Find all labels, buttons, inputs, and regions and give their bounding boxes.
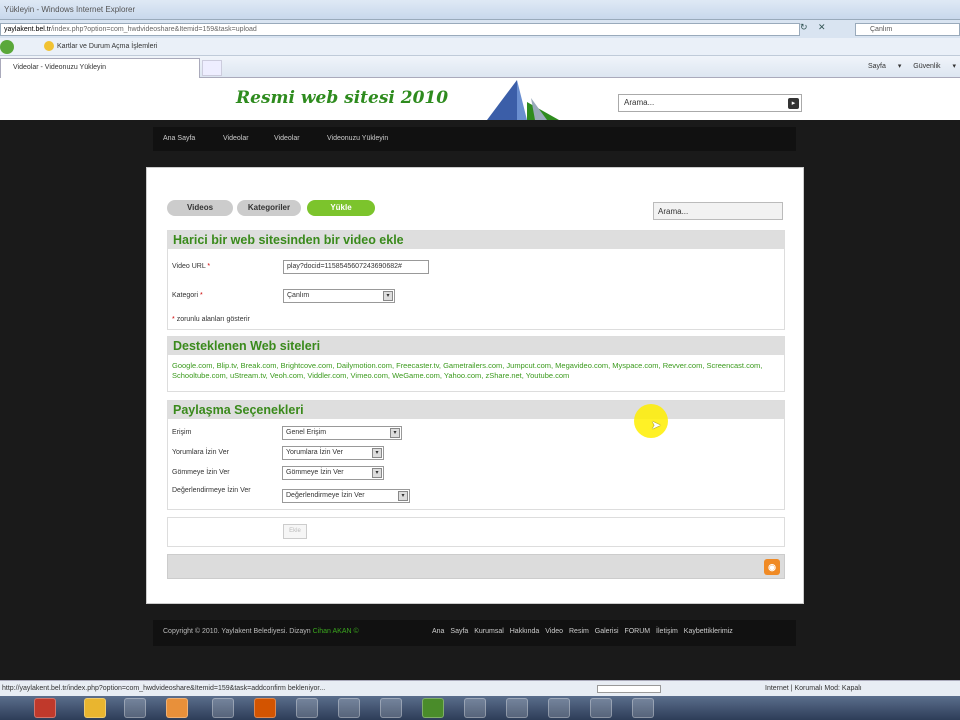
- status-bar: http://yaylakent.bel.tr/index.php?option…: [0, 680, 960, 696]
- rating-label: Değerlendirmeye İzin Ver: [172, 487, 251, 494]
- top-navigation: Ana Sayfa Videolar Videolar Videonuzu Yü…: [153, 127, 796, 151]
- content-search-input[interactable]: Arama...: [653, 202, 783, 220]
- browser-tools[interactable]: Sayfa ▾ Güvenlik ▾: [868, 62, 956, 70]
- required-note: * zorunlu alanları gösterir: [172, 316, 250, 323]
- chevron-down-icon: ▾: [398, 491, 408, 501]
- external-video-section: Harici bir web sitesinden bir video ekle…: [167, 230, 785, 330]
- embed-label: Gömmeye İzin Ver: [172, 469, 230, 476]
- favorite-link[interactable]: Kartlar ve Durum Açma İşlemleri: [44, 41, 157, 51]
- access-select[interactable]: Genel Erişim ▾: [282, 426, 402, 440]
- comments-label: Yorumlara İzin Ver: [172, 449, 229, 456]
- app-icon-11[interactable]: [632, 698, 654, 718]
- app-icon-2[interactable]: [254, 698, 276, 718]
- chevron-down-icon: ▾: [390, 428, 400, 438]
- supported-sites-section: Desteklenen Web siteleri Google.com, Bli…: [167, 336, 785, 392]
- app-icon-5[interactable]: [380, 698, 402, 718]
- chrome-icon[interactable]: [84, 698, 106, 718]
- site-header: Resmi web sitesi 2010: [0, 78, 960, 120]
- app-icon-8[interactable]: [506, 698, 528, 718]
- cursor-arrow-icon: ➤: [651, 418, 662, 432]
- nav-videos[interactable]: Videolar: [223, 135, 249, 142]
- access-label: Erişim: [172, 429, 192, 436]
- window-title: Yükleyin - Windows Internet Explorer: [4, 5, 136, 14]
- new-tab-button[interactable]: [202, 60, 222, 76]
- app-icon-10[interactable]: [590, 698, 612, 718]
- nav-upload[interactable]: Videonuzu Yükleyin: [327, 135, 388, 142]
- browser-tab[interactable]: Videolar - Videonuzu Yükleyin: [0, 58, 200, 78]
- tab-upload[interactable]: Yükle: [307, 200, 375, 216]
- sharing-options-section: Paylaşma Seçenekleri Erişim Genel Erişim…: [167, 400, 785, 510]
- refresh-stop-buttons[interactable]: ↻ ✕: [800, 22, 830, 33]
- status-text: http://yaylakent.bel.tr/index.php?option…: [2, 685, 326, 692]
- browser-search-input[interactable]: Çanlım: [855, 23, 960, 36]
- folder-icon[interactable]: [124, 698, 146, 718]
- app-icon-3[interactable]: [296, 698, 318, 718]
- address-bar-row: yaylakent.bel.tr/index.php?option=com_hw…: [0, 20, 960, 38]
- logo-graphic-icon: [487, 80, 559, 120]
- designer-link[interactable]: Cihan AKAN ©: [313, 628, 359, 635]
- window-titlebar: Yükleyin - Windows Internet Explorer: [0, 0, 960, 20]
- site-search-input[interactable]: Arama...: [618, 94, 802, 112]
- chevron-down-icon: ▾: [372, 468, 382, 478]
- rating-select[interactable]: Değerlendirmeye İzin Ver ▾: [282, 489, 410, 503]
- chevron-down-icon: ▾: [383, 291, 393, 301]
- star-icon: [44, 41, 54, 51]
- nav-home[interactable]: Ana Sayfa: [163, 135, 195, 142]
- section-title: Paylaşma Seçenekleri: [168, 401, 784, 419]
- search-button-icon[interactable]: ▸: [788, 98, 799, 109]
- tab-categories[interactable]: Kategoriler: [237, 200, 301, 216]
- submit-row: Ekle: [167, 517, 785, 547]
- rss-icon[interactable]: ◉: [764, 559, 780, 575]
- address-input[interactable]: yaylakent.bel.tr/index.php?option=com_hw…: [0, 23, 800, 36]
- section-title: Harici bir web sitesinden bir video ekle: [168, 231, 784, 249]
- video-url-label: Video URL *: [172, 263, 211, 270]
- app-icon-6[interactable]: [422, 698, 444, 718]
- submit-button[interactable]: Ekle: [283, 524, 307, 539]
- footer-copyright: Copyright © 2010. Yaylakent Belediyesi. …: [163, 628, 359, 635]
- category-label: Kategori *: [172, 292, 203, 299]
- app-icon-7[interactable]: [464, 698, 486, 718]
- site-logo-text: Resmi web sitesi 2010: [236, 88, 449, 108]
- tab-videos[interactable]: Videos: [167, 200, 233, 216]
- security-zone[interactable]: Internet | Korumalı Mod: Kapalı: [765, 685, 862, 692]
- loading-progress-bar: [597, 685, 661, 693]
- supported-sites-list: Google.com, Blip.tv, Break.com, Brightco…: [172, 361, 763, 380]
- back-button[interactable]: [0, 40, 14, 54]
- app-icon[interactable]: [212, 698, 234, 718]
- rss-bar: ◉: [167, 554, 785, 579]
- site-footer: Copyright © 2010. Yaylakent Belediyesi. …: [153, 620, 796, 646]
- footer-links[interactable]: Ana Sayfa Kurumsal Hakkında Video Resim …: [432, 628, 733, 635]
- section-title: Desteklenen Web siteleri: [168, 337, 784, 355]
- embed-select[interactable]: Gömmeye İzin Ver ▾: [282, 466, 384, 480]
- windows-taskbar: [0, 696, 960, 720]
- tab-bar: Videolar - Videonuzu Yükleyin Sayfa ▾ Gü…: [0, 56, 960, 78]
- category-select[interactable]: Çanlım ▾: [283, 289, 395, 303]
- opera-icon[interactable]: [34, 698, 56, 718]
- video-url-input[interactable]: play?docid=1158545607243690682#: [283, 260, 429, 274]
- content-panel: Videos Kategoriler Yükle Arama... Harici…: [146, 167, 804, 604]
- nav-videos-2[interactable]: Videolar: [274, 135, 300, 142]
- media-player-icon[interactable]: [166, 698, 188, 718]
- comments-select[interactable]: Yorumlara İzin Ver ▾: [282, 446, 384, 460]
- chevron-down-icon: ▾: [372, 448, 382, 458]
- favorites-bar: Kartlar ve Durum Açma İşlemleri: [0, 38, 960, 56]
- app-icon-4[interactable]: [338, 698, 360, 718]
- app-icon-9[interactable]: [548, 698, 570, 718]
